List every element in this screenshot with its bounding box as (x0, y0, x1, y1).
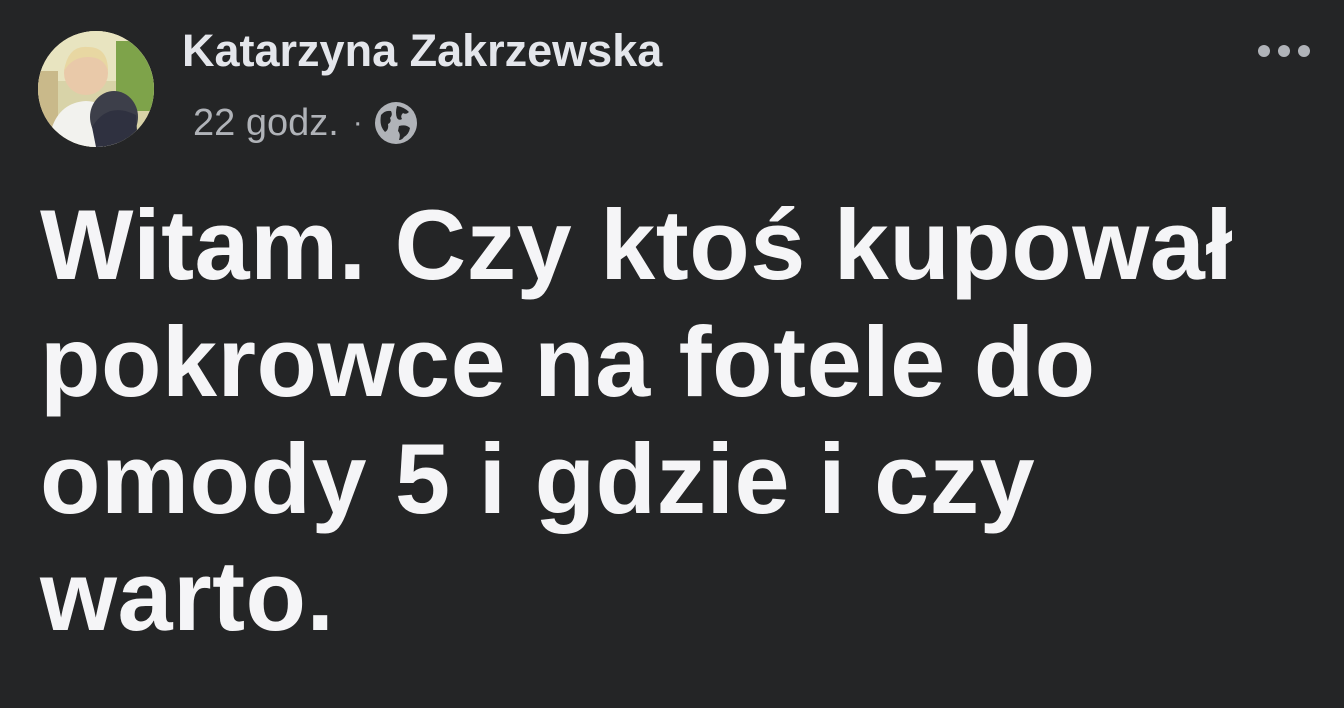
avatar-image (38, 31, 154, 147)
author-name[interactable]: Katarzyna Zakrzewska (182, 26, 662, 76)
globe-icon[interactable] (373, 100, 419, 146)
more-options-icon[interactable] (1256, 36, 1312, 66)
post-timestamp[interactable]: 22 godz. (193, 102, 339, 145)
meta-separator: · (352, 106, 363, 139)
post-text: Witam. Czy ktoś kupował pokrowce na fote… (40, 189, 1234, 651)
post-card: Katarzyna Zakrzewska 22 godz. · Witam. C… (0, 0, 1344, 708)
avatar[interactable] (38, 31, 154, 147)
post-meta: 22 godz. · (193, 100, 419, 146)
